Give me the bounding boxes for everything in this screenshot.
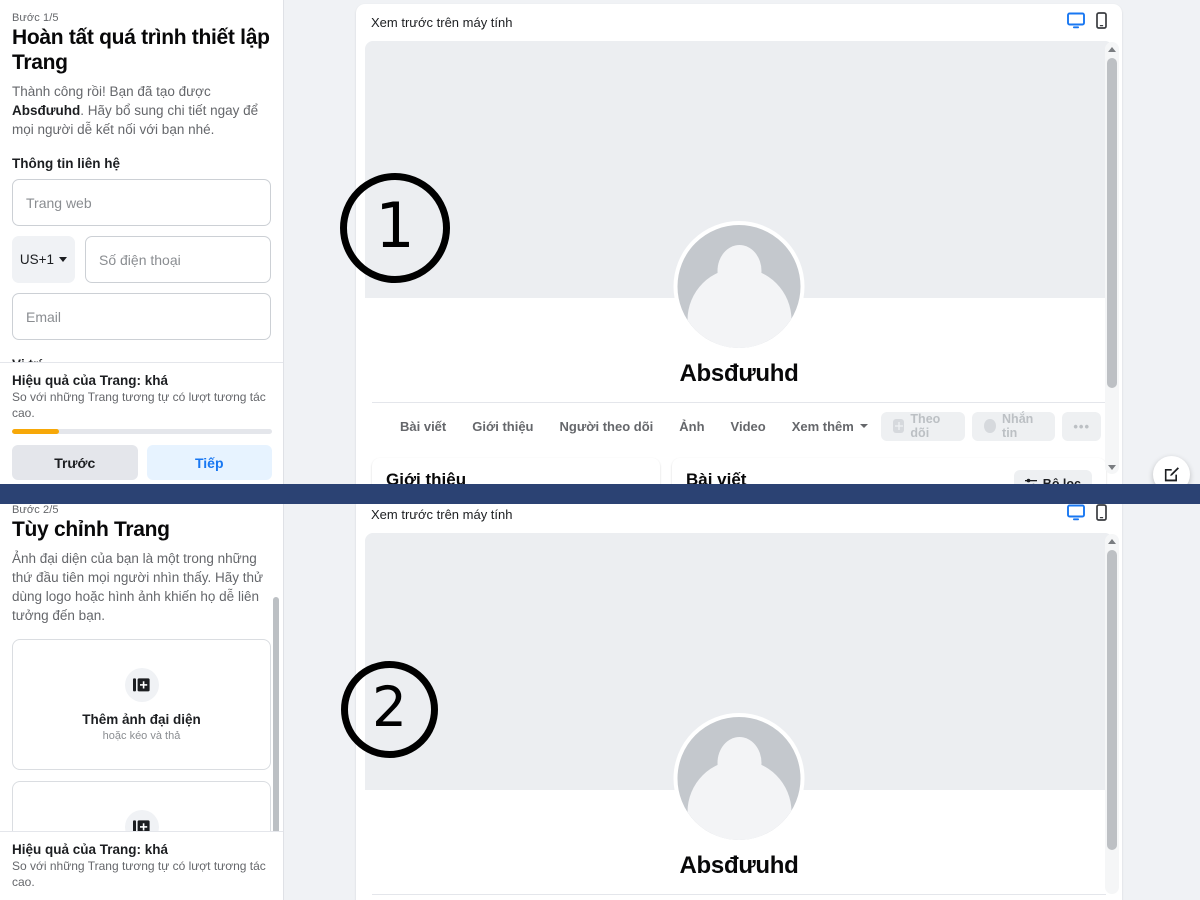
follow-button[interactable]: Theo dõi — [880, 411, 966, 441]
annotation-badge-1-label: 1 — [375, 189, 415, 262]
chevron-down-icon — [859, 424, 868, 428]
phone-input[interactable]: Số điện thoại — [85, 236, 271, 283]
setup-description: Thành công rồi! Bạn đã tạo được Absđưuhd… — [12, 82, 271, 139]
preview-device-toggle — [1067, 503, 1107, 526]
scroll-up-arrow[interactable] — [1105, 534, 1119, 548]
step-indicator: Bước 1/5 — [12, 12, 59, 24]
mobile-icon[interactable] — [1096, 503, 1107, 526]
scroll-down-arrow[interactable] — [1105, 460, 1119, 474]
preview-header-title: Xem trước trên máy tính — [371, 15, 513, 30]
contact-section-heading: Thông tin liên hệ — [12, 156, 120, 171]
preview-body-2: Absđưuhd Bài viết Giới thiệu Người theo … — [356, 533, 1122, 900]
overflow-menu-button[interactable]: ••• — [1062, 411, 1101, 441]
wizard-button-row: Trước Tiếp — [12, 445, 272, 480]
mobile-icon[interactable] — [1096, 11, 1107, 34]
setup-sidebar-1: Bước 1/5 Hoàn tất quá trình thiết lập Tr… — [0, 0, 284, 490]
performance-title: Hiệu quả của Trang: khá — [12, 373, 169, 388]
description-part-1: Thành công rồi! Bạn đã tạo được — [12, 84, 211, 99]
profile-tabbar-1: Bài viết Giới thiệu Người theo dõi Ảnh V… — [365, 403, 1113, 449]
country-code-select[interactable]: US+1 — [12, 236, 75, 283]
tab-posts[interactable]: Bài viết — [387, 419, 459, 434]
performance-subtitle: So với những Trang tương tự có lượt tươn… — [12, 859, 266, 889]
preview-pane-1: Xem trước trên máy tính Absđưuhd Bài viế… — [356, 0, 1190, 490]
email-placeholder: Email — [26, 308, 62, 325]
edit-icon — [1164, 467, 1179, 482]
annotation-badge-2-label: 2 — [372, 675, 407, 739]
performance-title: Hiệu quả của Trang: khá — [12, 842, 169, 857]
setup-description: Ảnh đại diện của bạn là một trong những … — [12, 551, 264, 623]
add-profile-photo-hint: hoặc kéo và thả — [102, 729, 181, 742]
page-title: Hoàn tất quá trình thiết lập Trang — [12, 26, 270, 74]
email-input[interactable]: Email — [12, 293, 271, 340]
preview-header-title: Xem trước trên máy tính — [371, 507, 513, 522]
message-label: Nhắn tin — [1002, 412, 1034, 440]
annotation-badge-1: 1 — [340, 173, 450, 283]
page-name-inline: Absđưuhd — [12, 103, 81, 118]
back-button[interactable]: Trước — [12, 445, 138, 480]
tab-videos[interactable]: Video — [718, 419, 779, 434]
preview-scrollbar-2[interactable] — [1105, 534, 1119, 894]
preview-card-2: Xem trước trên máy tính Absđưuhd — [356, 496, 1122, 900]
scrollbar-thumb[interactable] — [1107, 550, 1117, 850]
chevron-down-icon — [59, 257, 68, 262]
avatar-body-shape — [687, 268, 791, 348]
cover-photo-placeholder[interactable] — [365, 41, 1113, 352]
page-title: Tùy chỉnh Trang — [12, 518, 170, 541]
profile-tabbar-2: Bài viết Giới thiệu Người theo dõi Ảnh V… — [365, 895, 1113, 900]
website-input[interactable]: Trang web — [12, 179, 271, 226]
desktop-icon[interactable] — [1067, 12, 1085, 34]
scroll-up-arrow[interactable] — [1105, 42, 1119, 56]
phone-placeholder: Số điện thoại — [99, 251, 181, 268]
phone-row: US+1 Số điện thoại — [12, 236, 271, 283]
screenshot-panel-2: Bước 2/5 Tùy chỉnh Trang Ảnh đại diện củ… — [0, 492, 1200, 900]
performance-subtitle: So với những Trang tương tự có lượt tươn… — [12, 390, 266, 420]
next-button[interactable]: Tiếp — [146, 445, 272, 480]
chevron-down-icon — [1108, 464, 1116, 470]
preview-pane-2: Xem trước trên máy tính Absđưuhd — [356, 492, 1122, 900]
screenshot-separator-bar — [0, 484, 1200, 504]
sidebar-scrollbar-2[interactable] — [273, 597, 279, 859]
follow-label: Theo dõi — [910, 412, 941, 440]
profile-actions: Theo dõi Nhắn tin ••• — [880, 411, 1101, 441]
preview-page-name: Absđưuhd — [679, 360, 799, 387]
avatar-holder — [673, 221, 805, 352]
add-profile-photo-card[interactable]: Thêm ảnh đại diện hoặc kéo và thả — [12, 639, 271, 770]
website-placeholder: Trang web — [26, 194, 92, 211]
step-indicator: Bước 2/5 — [12, 504, 59, 516]
tab-photos[interactable]: Ảnh — [666, 419, 717, 434]
chevron-up-icon — [1108, 46, 1116, 52]
tab-more[interactable]: Xem thêm — [779, 419, 881, 434]
scrollbar-thumb[interactable] — [1107, 58, 1117, 388]
message-button[interactable]: Nhắn tin — [972, 411, 1056, 441]
performance-progress-fill — [12, 429, 59, 434]
preview-scrollbar-1[interactable] — [1105, 42, 1119, 474]
desktop-icon[interactable] — [1067, 504, 1085, 526]
avatar-body-shape — [687, 760, 791, 840]
add-profile-photo-label: Thêm ảnh đại diện — [82, 711, 201, 727]
chevron-up-icon — [1108, 538, 1116, 544]
sidebar-footer-2: Hiệu quả của Trang: khá So với những Tra… — [0, 831, 283, 900]
tab-followers[interactable]: Người theo dõi — [547, 419, 667, 434]
preview-header-1: Xem trước trên máy tính — [356, 4, 1122, 41]
messenger-icon — [984, 419, 997, 433]
avatar[interactable] — [673, 221, 805, 352]
setup-sidebar-2: Bước 2/5 Tùy chỉnh Trang Ảnh đại diện củ… — [0, 492, 284, 900]
annotation-badge-2: 2 — [341, 661, 438, 758]
performance-progress-bar — [12, 429, 272, 434]
preview-body-1: Absđưuhd Bài viết Giới thiệu Người theo … — [356, 41, 1122, 490]
preview-card-1: Xem trước trên máy tính Absđưuhd Bài viế… — [356, 4, 1122, 490]
screenshot-panel-1: Bước 1/5 Hoàn tất quá trình thiết lập Tr… — [0, 0, 1200, 490]
sidebar-footer-1: Hiệu quả của Trang: khá So với những Tra… — [0, 362, 283, 490]
preview-device-toggle — [1067, 11, 1107, 34]
add-photo-icon — [124, 667, 159, 702]
follow-icon — [892, 419, 905, 433]
cover-photo-placeholder[interactable] — [365, 533, 1113, 844]
avatar[interactable] — [673, 713, 805, 844]
preview-page-name: Absđưuhd — [679, 852, 799, 879]
avatar-holder — [673, 713, 805, 844]
tab-about[interactable]: Giới thiệu — [459, 419, 546, 434]
tab-more-label: Xem thêm — [791, 418, 854, 434]
country-code-value: US+1 — [19, 252, 55, 267]
